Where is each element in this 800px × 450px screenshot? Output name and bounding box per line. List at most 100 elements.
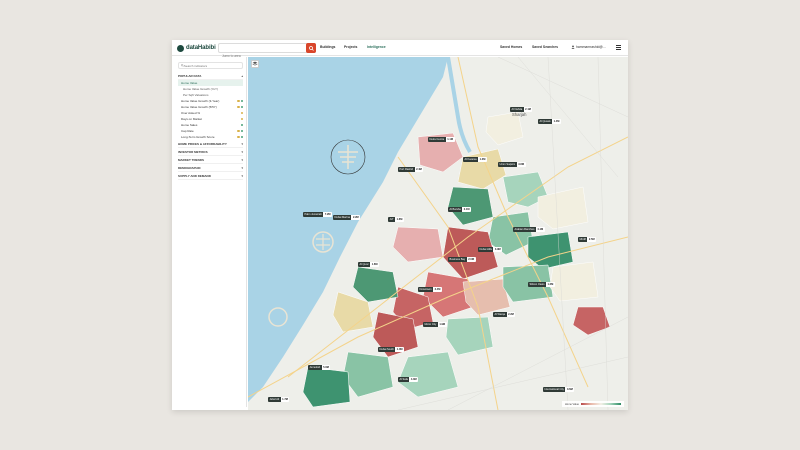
section-header[interactable]: DEMOGRAPHIC ▾	[178, 164, 243, 172]
area-value: 2.4M	[414, 167, 424, 172]
status-dot-icon	[240, 111, 243, 115]
nav-buildings[interactable]: Buildings	[320, 45, 335, 49]
area-price-marker[interactable]: Business Bay 2.0M	[448, 257, 476, 262]
logo-text: dataHabibi	[186, 45, 216, 51]
status-dot-icon	[240, 135, 243, 139]
area-price-marker[interactable]: Motor City 1.9M	[423, 322, 447, 327]
chevron-down-icon: ▾	[241, 149, 243, 154]
area-price-marker[interactable]: Dubai Hills 3.9M	[478, 247, 503, 252]
section-header[interactable]: MARKET TRENDS ▾	[178, 156, 243, 164]
map-legend: Home Value	[561, 401, 624, 407]
city-label: Sharjah	[512, 112, 527, 117]
area-price-marker[interactable]: Jebel Ali 1.7M	[268, 397, 290, 402]
indicator-badges	[240, 123, 243, 127]
user-icon	[571, 45, 575, 49]
area-name: Deira Centre	[428, 137, 446, 142]
area-price-marker[interactable]: Dubai Marina 2.2M	[333, 215, 361, 220]
section-title: MARKET TRENDS	[178, 157, 204, 162]
area-price-marker[interactable]: Jumeirah 5.6M	[308, 365, 331, 370]
indicator-search-input[interactable]	[183, 63, 242, 68]
section-title: INVESTOR METRICS	[178, 149, 208, 154]
chevron-down-icon: ▾	[241, 173, 243, 178]
indicator-label: Home Value Growth (3-Year)	[181, 99, 220, 103]
area-price-marker[interactable]: Arabian Ranches 4.1M	[513, 227, 545, 232]
search-button[interactable]	[306, 43, 316, 53]
indicator-search	[178, 62, 243, 69]
nav-saved-homes[interactable]: Saved Homes	[500, 45, 522, 49]
area-name: Port Rashid	[398, 167, 415, 172]
indicator-label: Cap Rate	[181, 129, 194, 133]
area-price-marker[interactable]: Port Rashid 2.4M	[398, 167, 424, 172]
area-value: 3.4M	[433, 287, 442, 292]
area-value: 3.8M	[516, 162, 526, 167]
area-value: 2.2M	[351, 215, 361, 220]
area-name: Al Karama	[463, 157, 479, 162]
area-value: 4.1M	[535, 227, 545, 232]
area-value: 2.0M	[466, 257, 476, 262]
area-name: Dubai Marina	[333, 215, 352, 220]
area-price-marker[interactable]: Umm Suqeim 3.8M	[498, 162, 526, 167]
area-price-marker[interactable]: JLT 1.6M	[388, 217, 404, 222]
area-price-marker[interactable]: Al Nahda 2.1M	[510, 107, 533, 112]
status-dot-icon	[240, 99, 243, 103]
section-header[interactable]: POPULAR DATA ▴	[178, 72, 243, 80]
area-name: Business Bay	[448, 257, 467, 262]
area-price-marker[interactable]: Al Safa 4.3M	[398, 377, 419, 382]
area-price-marker[interactable]: International City 0.6M	[543, 387, 575, 392]
sidebar-section: HOME PRICES & AFFORDABILITY ▾	[175, 140, 246, 148]
legend-gradient	[581, 403, 621, 405]
map-layers-button[interactable]	[251, 60, 259, 68]
area-price-marker[interactable]: Mirdif 2.5M	[578, 237, 597, 242]
area-value: 4.3M	[409, 377, 419, 382]
area-value: 2.2M	[506, 312, 516, 317]
section-header[interactable]: HOME PRICES & AFFORDABILITY ▾	[178, 140, 243, 148]
area-name: Dubai Hills	[478, 247, 494, 252]
chevron-down-icon: ▾	[241, 157, 243, 162]
area-name: Al Safa	[398, 377, 410, 382]
area-name: Mirdif	[578, 237, 588, 242]
map-canvas[interactable]	[248, 57, 628, 410]
area-price-marker[interactable]: Downtown 3.4M	[418, 287, 442, 292]
area-price-marker[interactable]: Al Quoz 1.6M	[358, 262, 380, 267]
nav-saved-searches[interactable]: Saved Searches	[532, 45, 558, 49]
area-value: 1.6M	[395, 217, 404, 222]
area-value: 1.1M	[445, 137, 455, 142]
area-name: Arabian Ranches	[513, 227, 536, 232]
status-dot-icon	[240, 123, 243, 127]
indicator-label: Home Value Growth (YoY)	[183, 87, 219, 91]
nav-projects[interactable]: Projects	[344, 45, 357, 49]
choropleth-map[interactable]: Sharjah Al Nahda 2.1M Al Qusais 1.4M Deira C…	[248, 57, 628, 410]
area-name: Al Quoz	[358, 262, 371, 267]
section-header[interactable]: INVESTOR METRICS ▾	[178, 148, 243, 156]
section-title: SUPPLY AND DEMAND	[178, 173, 211, 178]
area-price-marker[interactable]: Al Barsha 2.1M	[448, 207, 472, 212]
area-search	[218, 43, 316, 60]
layers-icon	[252, 61, 258, 66]
sidebar-section: DEMOGRAPHIC ▾	[175, 164, 246, 172]
area-value: 5.6M	[321, 365, 331, 370]
area-name: Al Nahda	[510, 107, 524, 112]
indicator-badges	[237, 99, 243, 103]
area-price-marker[interactable]: Dubai South 1.0M	[378, 347, 405, 352]
menu-icon[interactable]	[616, 45, 621, 50]
user-menu[interactable]: hammamrashid@...	[571, 45, 606, 49]
area-price-marker[interactable]: Al Qusais 1.4M	[538, 119, 561, 124]
indicator-badges	[237, 129, 243, 133]
area-name: Al Barsha	[448, 207, 463, 212]
indicator-label: Home Value	[181, 81, 198, 85]
area-value: 1.0M	[395, 347, 405, 352]
nav-intelligence[interactable]: Intelligence	[367, 45, 386, 49]
area-price-marker[interactable]: Palm Jumeirah 7.2M	[303, 212, 333, 217]
top-nav: dataHabibi Buildings Projects Intelligen…	[172, 40, 628, 60]
sidebar-section: SUPPLY AND DEMAND ▾	[175, 172, 246, 180]
area-price-marker[interactable]: Al Warqa 2.2M	[493, 312, 516, 317]
section-header[interactable]: SUPPLY AND DEMAND ▾	[178, 172, 243, 180]
logo[interactable]: dataHabibi	[177, 44, 216, 52]
area-name: Jumeirah	[308, 365, 322, 370]
area-price-marker[interactable]: Deira Centre 1.1M	[428, 137, 455, 142]
status-dot-icon	[237, 105, 240, 109]
area-name: Silicon Oasis	[528, 282, 546, 287]
area-price-marker[interactable]: Silicon Oasis 1.2M	[528, 282, 555, 287]
area-value: 2.1M	[462, 207, 472, 212]
area-price-marker[interactable]: Al Karama 1.3M	[463, 157, 487, 162]
